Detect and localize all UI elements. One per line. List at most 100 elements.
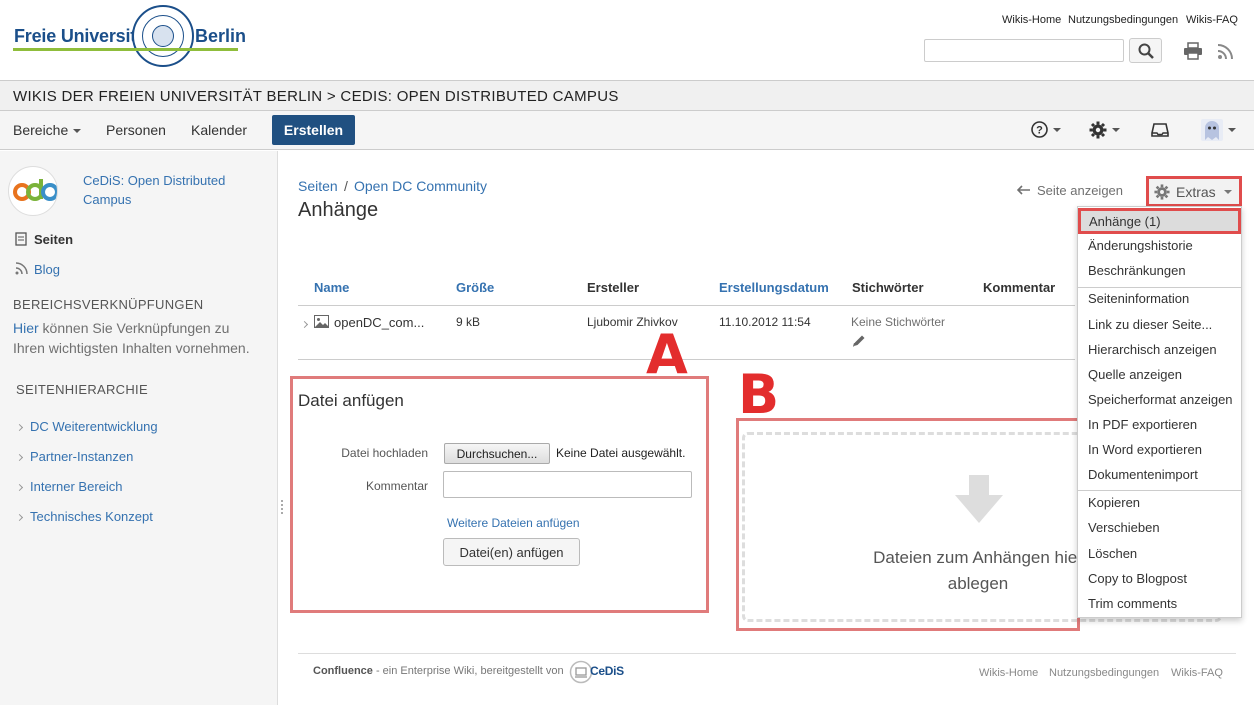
space-links-text: Hier können Sie Verknüpfungen zu Ihren w… — [13, 318, 263, 358]
search-input[interactable] — [924, 39, 1124, 62]
space-logo[interactable] — [8, 166, 58, 216]
sidebar-resize-handle[interactable] — [281, 500, 284, 514]
search-icon — [1138, 43, 1154, 59]
footer-brand: Confluence — [313, 665, 373, 677]
menu-item-export-word[interactable]: In Word exportieren — [1088, 442, 1202, 457]
attachment-labels: Keine Stichwörter — [851, 315, 946, 329]
table-header-divider — [298, 305, 1075, 306]
menu-item-storage-format[interactable]: Speicherformat anzeigen — [1088, 392, 1233, 407]
nav-people[interactable]: Personen — [106, 122, 166, 138]
menu-item-move[interactable]: Verschieben — [1088, 520, 1160, 535]
breadcrumb-pages-link[interactable]: Seiten — [298, 178, 338, 194]
caret-down-icon — [1223, 189, 1232, 194]
sidebar-blog[interactable]: Blog — [15, 262, 60, 277]
menu-item-export-pdf[interactable]: In PDF exportieren — [1088, 417, 1197, 432]
tree-item-label: Partner-Instanzen — [30, 449, 134, 464]
space-links-description: können Sie Verknüpfungen zu Ihren wichti… — [13, 320, 250, 356]
menu-item-page-info[interactable]: Seiteninformation — [1088, 291, 1189, 306]
nav-spaces-label: Bereiche — [13, 122, 69, 138]
print-icon[interactable] — [1183, 42, 1203, 60]
column-header-name[interactable]: Name — [314, 280, 349, 295]
space-links-heading: BEREICHSVERKNÜPFUNGEN — [13, 297, 204, 312]
help-menu[interactable]: ? — [1031, 121, 1061, 141]
menu-item-trim-comments[interactable]: Trim comments — [1088, 596, 1177, 611]
wiki-breadcrumb-band: WIKIS DER FREIEN UNIVERSITÄT BERLIN > CE… — [0, 80, 1254, 111]
sidebar-pages[interactable]: Seiten — [15, 232, 73, 247]
footer-credit: Confluence - ein Enterprise Wiki, bereit… — [313, 665, 564, 677]
university-logo-text-right[interactable]: Berlin — [195, 26, 246, 47]
menu-item-copy-to-blogpost[interactable]: Copy to Blogpost — [1088, 571, 1187, 586]
header-link-terms[interactable]: Nutzungsbedingungen — [1068, 14, 1178, 26]
search-button[interactable] — [1129, 38, 1162, 63]
comment-input[interactable] — [443, 471, 692, 498]
caret-down-icon — [1112, 128, 1120, 132]
menu-item-attachments[interactable]: Anhänge (1) — [1078, 208, 1241, 234]
back-arrow-icon — [1016, 185, 1030, 195]
user-avatar-icon — [1201, 119, 1223, 141]
breadcrumb-community-link[interactable]: Open DC Community — [354, 178, 487, 194]
column-header-comment: Kommentar — [983, 280, 1056, 295]
menu-divider — [1078, 490, 1241, 491]
svg-text:?: ? — [1036, 125, 1043, 137]
user-menu[interactable] — [1201, 119, 1236, 144]
column-header-date[interactable]: Erstellungsdatum — [719, 280, 829, 295]
tree-item[interactable]: Interner Bereich — [15, 479, 123, 494]
extras-label: Extras — [1176, 183, 1216, 200]
file-upload-label: Datei hochladen — [341, 446, 428, 460]
column-header-creator: Ersteller — [587, 280, 640, 295]
attachment-size: 9 kB — [456, 315, 481, 329]
tree-item[interactable]: DC Weiterentwicklung — [15, 419, 158, 434]
footer-link-terms[interactable]: Nutzungsbedingungen — [1049, 667, 1159, 679]
menu-item-restrictions[interactable]: Beschränkungen — [1088, 263, 1186, 278]
footer-link-faq[interactable]: Wikis-FAQ — [1171, 667, 1223, 679]
menu-item-delete[interactable]: Löschen — [1088, 546, 1137, 561]
logo-underline — [13, 48, 238, 51]
menu-item-hierarchy[interactable]: Hierarchisch anzeigen — [1088, 342, 1217, 357]
caret-down-icon — [73, 129, 82, 134]
tree-item[interactable]: Partner-Instanzen — [15, 449, 134, 464]
column-header-size[interactable]: Größe — [456, 280, 494, 295]
no-file-selected-text: Keine Datei ausgewählt. — [556, 446, 686, 460]
menu-divider — [1078, 287, 1241, 288]
attachment-name-link[interactable]: openDC_com... — [334, 315, 424, 330]
view-page-link[interactable]: Seite anzeigen — [1016, 183, 1124, 198]
header-link-faq[interactable]: Wikis-FAQ — [1186, 14, 1238, 26]
footer-link-wikis-home[interactable]: Wikis-Home — [979, 667, 1038, 679]
attachment-date: 11.10.2012 11:54 — [719, 315, 811, 329]
space-links-here-link[interactable]: Hier — [13, 320, 39, 336]
university-seal-icon[interactable] — [132, 5, 194, 67]
nav-calendar[interactable]: Kalender — [191, 122, 247, 138]
nav-spaces-menu[interactable]: Bereiche — [13, 122, 82, 138]
caret-down-icon — [1228, 128, 1236, 132]
menu-item-page-history[interactable]: Änderungshistorie — [1088, 238, 1193, 253]
chevron-right-icon — [300, 321, 309, 329]
cedis-logo[interactable]: CeDiS — [569, 659, 625, 685]
menu-item-link-to-page[interactable]: Link zu dieser Seite... — [1088, 317, 1212, 332]
extras-menu-button[interactable]: Extras — [1146, 176, 1242, 207]
university-logo-text[interactable]: Freie Universität — [14, 26, 152, 47]
tree-item[interactable]: Technisches Konzept — [15, 509, 153, 524]
attach-files-button[interactable]: Datei(en) anfügen — [443, 538, 580, 566]
header-link-wikis-home[interactable]: Wikis-Home — [1002, 14, 1061, 26]
settings-menu[interactable] — [1089, 121, 1120, 142]
create-button[interactable]: Erstellen — [272, 115, 355, 145]
inbox-icon[interactable] — [1151, 122, 1169, 138]
footer-divider — [298, 653, 1236, 654]
space-name-link[interactable]: CeDiS: Open Distributed Campus — [83, 171, 253, 209]
wiki-breadcrumb[interactable]: WIKIS DER FREIEN UNIVERSITÄT BERLIN > CE… — [13, 88, 619, 105]
footer-credit-text: - ein Enterprise Wiki, bereitgestellt vo… — [372, 665, 564, 677]
edit-pencil-icon[interactable] — [852, 334, 866, 348]
menu-item-copy[interactable]: Kopieren — [1088, 495, 1140, 510]
browse-file-button[interactable]: Durchsuchen... — [444, 443, 550, 464]
annotation-box-b — [736, 418, 1080, 631]
page-title: Anhänge — [298, 199, 379, 221]
add-more-files-link[interactable]: Weitere Dateien anfügen — [447, 516, 580, 530]
rss-icon[interactable] — [1217, 43, 1234, 60]
menu-item-view-source[interactable]: Quelle anzeigen — [1088, 367, 1182, 382]
breadcrumb-separator: / — [344, 178, 348, 194]
comment-label: Kommentar — [365, 479, 428, 493]
expand-row-toggle[interactable] — [300, 316, 309, 331]
chevron-right-icon — [15, 514, 24, 522]
menu-item-doc-import[interactable]: Dokumentenimport — [1088, 467, 1198, 482]
view-page-label: Seite anzeigen — [1037, 183, 1124, 198]
